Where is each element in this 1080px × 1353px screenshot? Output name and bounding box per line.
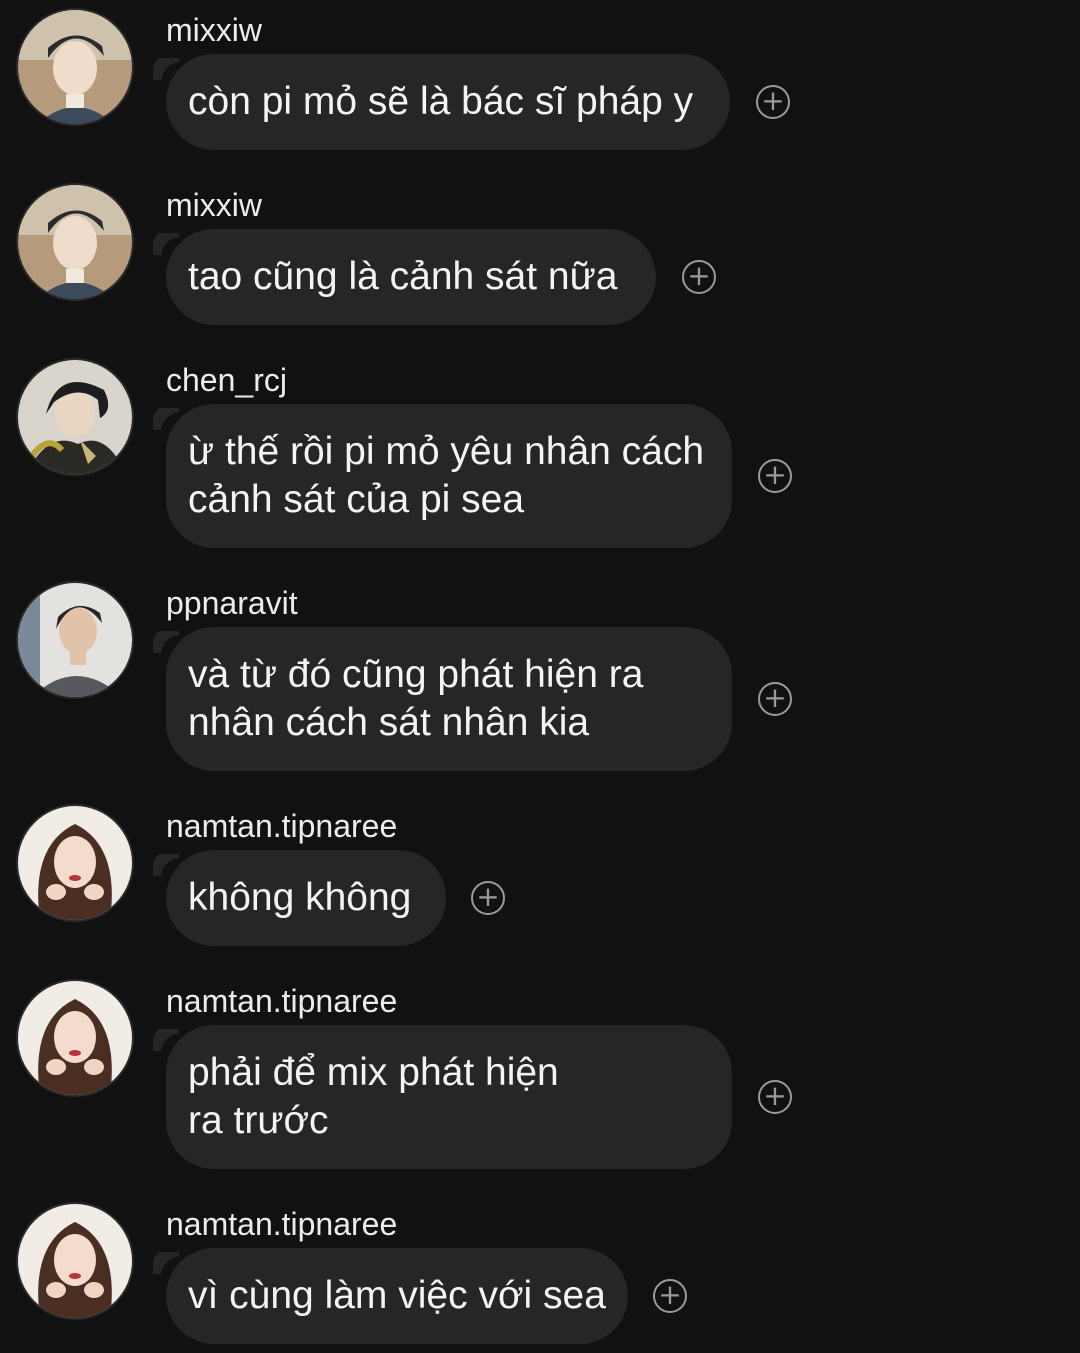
username[interactable]: namtan.tipnaree [166,981,397,1021]
message-bubble[interactable]: còn pi mỏ sẽ là bác sĩ pháp y [166,54,730,150]
message-row: mixxiw còn pi mỏ sẽ là bác sĩ pháp y + [0,6,1080,156]
add-reaction-icon[interactable]: + [471,881,505,915]
add-reaction-icon[interactable]: + [756,85,790,119]
add-reaction-icon[interactable]: + [758,682,792,716]
message-bubble[interactable]: phải để mix phát hiện ra trước [166,1025,732,1169]
avatar[interactable] [16,183,134,301]
username[interactable]: namtan.tipnaree [166,1204,397,1244]
add-reaction-icon[interactable]: + [653,1279,687,1313]
add-reaction-icon[interactable]: + [758,459,792,493]
username[interactable]: chen_rcj [166,360,287,400]
message-row: ppnaravit và từ đó cũng phát hiện ra nhâ… [0,579,1080,779]
message-text: phải để mix phát hiện ra trước [188,1051,559,1142]
message-bubble[interactable]: và từ đó cũng phát hiện ra nhân cách sát… [166,627,732,771]
message-row: chen_rcj ừ thế rồi pi mỏ yêu nhân cách c… [0,356,1080,556]
add-reaction-icon[interactable]: + [682,260,716,294]
message-text: còn pi mỏ sẽ là bác sĩ pháp y [188,80,694,123]
username[interactable]: mixxiw [166,185,262,225]
message-row: mixxiw tao cũng là cảnh sát nữa + [0,181,1080,331]
message-text: và từ đó cũng phát hiện ra nhân cách sát… [188,653,644,744]
message-row: namtan.tipnaree vì cùng làm việc với sea… [0,1200,1080,1350]
message-bubble[interactable]: không không [166,850,446,946]
message-text: ừ thế rồi pi mỏ yêu nhân cách cảnh sát c… [188,430,705,521]
message-bubble[interactable]: vì cùng làm việc với sea [166,1248,628,1344]
avatar[interactable] [16,358,134,476]
avatar[interactable] [16,8,134,126]
message-row: namtan.tipnaree không không + [0,802,1080,952]
avatar[interactable] [16,581,134,699]
avatar[interactable] [16,979,134,1097]
avatar[interactable] [16,804,134,922]
message-row: namtan.tipnaree phải để mix phát hiện ra… [0,977,1080,1177]
username[interactable]: mixxiw [166,10,262,50]
message-text: vì cùng làm việc với sea [188,1274,606,1317]
avatar[interactable] [16,1202,134,1320]
add-reaction-icon[interactable]: + [758,1080,792,1114]
message-text: không không [188,876,412,919]
username[interactable]: namtan.tipnaree [166,806,397,846]
message-bubble[interactable]: tao cũng là cảnh sát nữa [166,229,656,325]
message-bubble[interactable]: ừ thế rồi pi mỏ yêu nhân cách cảnh sát c… [166,404,732,548]
message-text: tao cũng là cảnh sát nữa [188,255,618,298]
username[interactable]: ppnaravit [166,583,298,623]
